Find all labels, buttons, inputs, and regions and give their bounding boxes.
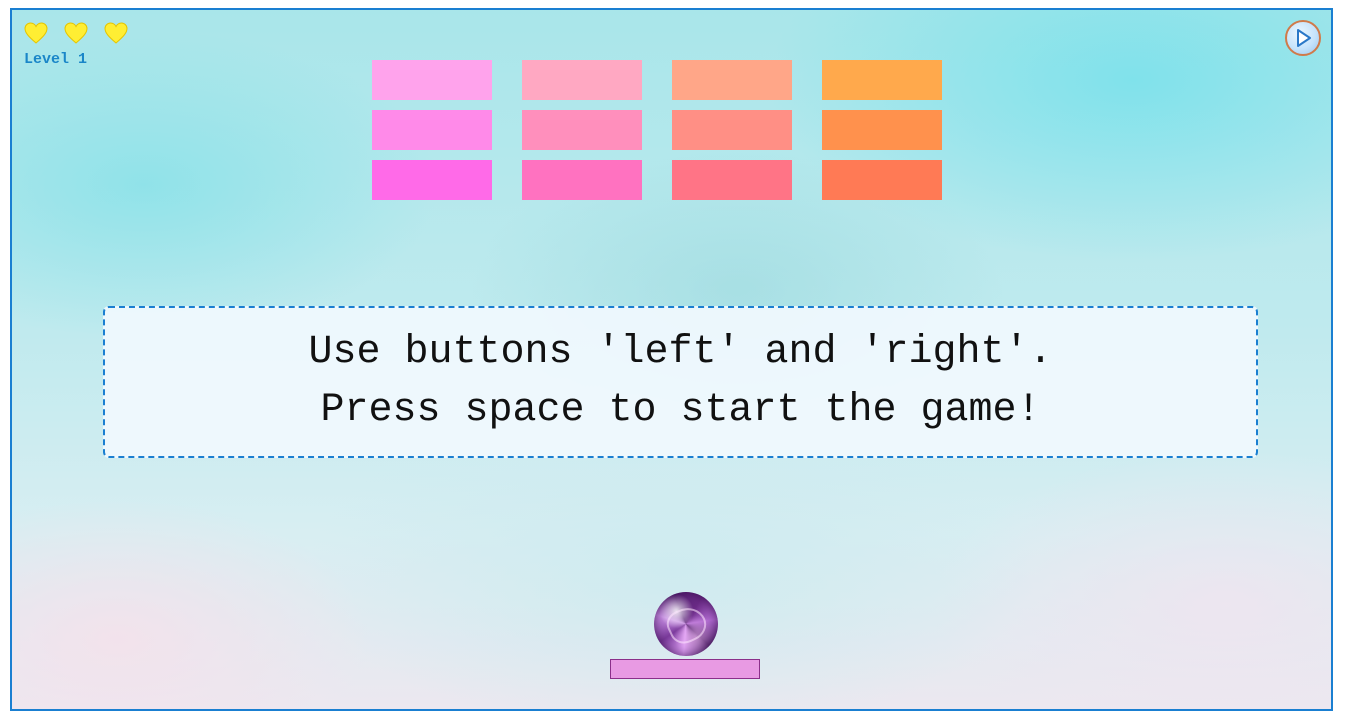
instructions-line-2: Press space to start the game!	[320, 388, 1041, 433]
heart-icon	[104, 22, 128, 44]
brick	[672, 160, 792, 200]
paddle[interactable]	[610, 659, 760, 679]
game-canvas[interactable]: Level 1 Use buttons 'left' and 'right'. …	[10, 8, 1333, 711]
brick	[672, 60, 792, 100]
brick	[822, 110, 942, 150]
brick	[522, 110, 642, 150]
level-label: Level 1	[24, 51, 88, 68]
brick	[822, 60, 942, 100]
brick	[372, 60, 492, 100]
play-button[interactable]	[1285, 20, 1321, 56]
ball-icon	[654, 592, 718, 656]
lives-indicator	[24, 22, 128, 44]
brick	[372, 110, 492, 150]
heart-icon	[64, 22, 88, 44]
play-icon	[1297, 29, 1311, 47]
brick	[522, 160, 642, 200]
brick	[672, 110, 792, 150]
brick	[372, 160, 492, 200]
instructions-panel: Use buttons 'left' and 'right'. Press sp…	[103, 306, 1258, 458]
brick	[822, 160, 942, 200]
heart-icon	[24, 22, 48, 44]
instructions-line-1: Use buttons 'left' and 'right'.	[308, 330, 1053, 375]
brick	[522, 60, 642, 100]
